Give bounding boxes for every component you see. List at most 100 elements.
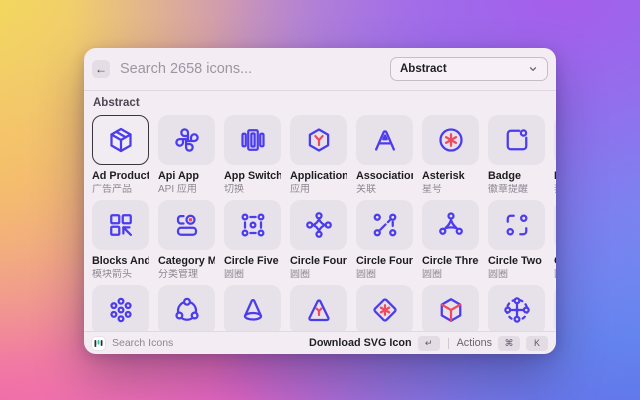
cone-icon: [238, 295, 268, 325]
icon-subtitle-label: 奔驰: [554, 184, 556, 195]
download-svg-button[interactable]: Download SVG Icon: [309, 337, 412, 349]
status-bar: Search Icons Download SVG Icon ↵ Actions…: [84, 331, 556, 354]
icon-tile-blocks-and-arrows[interactable]: [92, 200, 149, 250]
icon-tile-api-app[interactable]: [158, 115, 215, 165]
icon-tile-cube[interactable]: [422, 285, 479, 331]
icon-tile-category-management[interactable]: [158, 200, 215, 250]
k-key-badge: K: [526, 336, 548, 351]
grid-item-cube: [422, 285, 479, 331]
icon-subtitle-label: 切换: [224, 184, 281, 195]
back-button[interactable]: ←: [92, 60, 110, 78]
icon-tile-badge[interactable]: [488, 115, 545, 165]
grid-item-asterisk: Asterisk 星号: [422, 115, 479, 195]
icon-tile-cross-nodes[interactable]: [488, 285, 545, 331]
icon-name-label: Badge: [488, 170, 545, 182]
grid-item-app-switch: App Switch 切换: [224, 115, 281, 195]
icon-tile-circle-four-line[interactable]: [356, 200, 413, 250]
icon-subtitle-label: 关联: [356, 184, 413, 195]
return-key-badge: ↵: [418, 336, 440, 351]
icon-subtitle-label: API 应用: [158, 184, 215, 195]
grid-item-circle-two-line: Circle Two L... 圆圈: [488, 200, 545, 280]
icon-tile-asterisk[interactable]: [422, 115, 479, 165]
icon-tile-cone[interactable]: [224, 285, 281, 331]
grid-item-circles-and-triangles: Circles And... 圆形和三角: [554, 200, 556, 280]
grid-item-circle-four-line: Circle Four... 圆圈: [356, 200, 413, 280]
icon-name-label: Api App: [158, 170, 215, 182]
icon-tile-circle-two-line[interactable]: [488, 200, 545, 250]
asterisk-icon: [436, 125, 466, 155]
icon-name-label: Benz: [554, 170, 556, 182]
icon-subtitle-label: 模块箭头: [92, 269, 149, 280]
blocks-and-arrows-icon: [106, 210, 136, 240]
grid-item-association: Association关联: [356, 115, 413, 195]
ad-product-icon: [106, 125, 136, 155]
icon-name-label: App Switch: [224, 170, 281, 182]
arrow-left-icon: ←: [95, 62, 107, 76]
grid-item-circle-three-nodes: [158, 285, 215, 331]
icon-name-label: Asterisk: [422, 170, 479, 182]
icon-tile-circle-three-nodes[interactable]: [158, 285, 215, 331]
actions-button[interactable]: Actions: [457, 337, 492, 349]
icon-tile-triangle-branch[interactable]: [290, 285, 347, 331]
cube-icon: [436, 295, 466, 325]
icon-tile-circle-three[interactable]: [422, 200, 479, 250]
icon-subtitle-label: 圆圈: [422, 269, 479, 280]
icon-tile-association[interactable]: [356, 115, 413, 165]
circle-three-icon: [436, 210, 466, 240]
grid-item-badge: Badge 徽章提醒: [488, 115, 545, 195]
grid-item-ad-product: Ad Product广告产品: [92, 115, 149, 195]
icon-name-label: Circle Four...: [356, 255, 413, 267]
iconpark-logo: [92, 337, 105, 350]
icon-name-label: Blocks And...: [92, 255, 149, 267]
circle-two-line-icon: [502, 210, 532, 240]
icon-tile-benz[interactable]: [554, 115, 556, 165]
grid-item-circle-three: Circle Three 圆圈: [422, 200, 479, 280]
search-input[interactable]: [118, 60, 390, 78]
circle-four-icon: [304, 210, 334, 240]
icon-subtitle-label: 圆圈: [356, 269, 413, 280]
icon-subtitle-label: 徽章提醒: [488, 184, 545, 195]
icon-name-label: Circle Three: [422, 255, 479, 267]
chevron-down-icon: [528, 64, 538, 74]
grid-item-dot-seven: [92, 285, 149, 331]
circle-three-nodes-icon: [172, 295, 202, 325]
footer-divider: [448, 338, 449, 349]
icon-tile-ad-product[interactable]: [92, 115, 149, 165]
window-header: ← Abstract: [84, 48, 556, 91]
icon-name-label: Circle Five L...: [224, 255, 281, 267]
grid-item-triangle-branch: [290, 285, 347, 331]
icon-name-label: Category M...: [158, 255, 215, 267]
icon-subtitle-label: 星号: [422, 184, 479, 195]
icon-name-label: Circles And...: [554, 255, 556, 267]
icon-subtitle-label: 应用: [290, 184, 347, 195]
icon-name-label: Circle Two L...: [488, 255, 545, 267]
grid-item-cross-nodes: [488, 285, 545, 331]
icon-subtitle-label: 圆圈: [290, 269, 347, 280]
icon-subtitle-label: 圆圈: [224, 269, 281, 280]
icon-subtitle-label: 分类管理: [158, 269, 215, 280]
icon-subtitle-label: 圆圈: [488, 269, 545, 280]
icon-tile-circles-and-triangles[interactable]: [554, 200, 556, 250]
association-icon: [370, 125, 400, 155]
icon-tile-app-switch[interactable]: [224, 115, 281, 165]
icon-subtitle-label: 圆形和三角: [554, 269, 556, 280]
circle-five-line-icon: [238, 210, 268, 240]
icon-tile-diamond-asterisk[interactable]: [356, 285, 413, 331]
icon-tile-circle-five-line[interactable]: [224, 200, 281, 250]
category-dropdown-value: Abstract: [400, 63, 528, 75]
section-title: Abstract: [93, 97, 548, 109]
grid-item-api-app: Api App API 应用: [158, 115, 215, 195]
icon-tile-infinity[interactable]: [554, 285, 556, 331]
app-label: Search Icons: [112, 337, 173, 349]
grid-item-circle-four: Circle Four圆圈: [290, 200, 347, 280]
icon-tile-circle-four[interactable]: [290, 200, 347, 250]
app-switch-icon: [238, 125, 268, 155]
icon-subtitle-label: 广告产品: [92, 184, 149, 195]
icon-tile-application[interactable]: [290, 115, 347, 165]
icon-tile-dot-seven[interactable]: [92, 285, 149, 331]
grid-item-blocks-and-arrows: Blocks And... 模块箭头: [92, 200, 149, 280]
icon-search-window: ← Abstract Abstract Ad Product广告产品Api Ap…: [84, 48, 556, 352]
category-dropdown[interactable]: Abstract: [390, 57, 548, 81]
grid-item-cone: [224, 285, 281, 331]
grid-item-diamond-asterisk: [356, 285, 413, 331]
